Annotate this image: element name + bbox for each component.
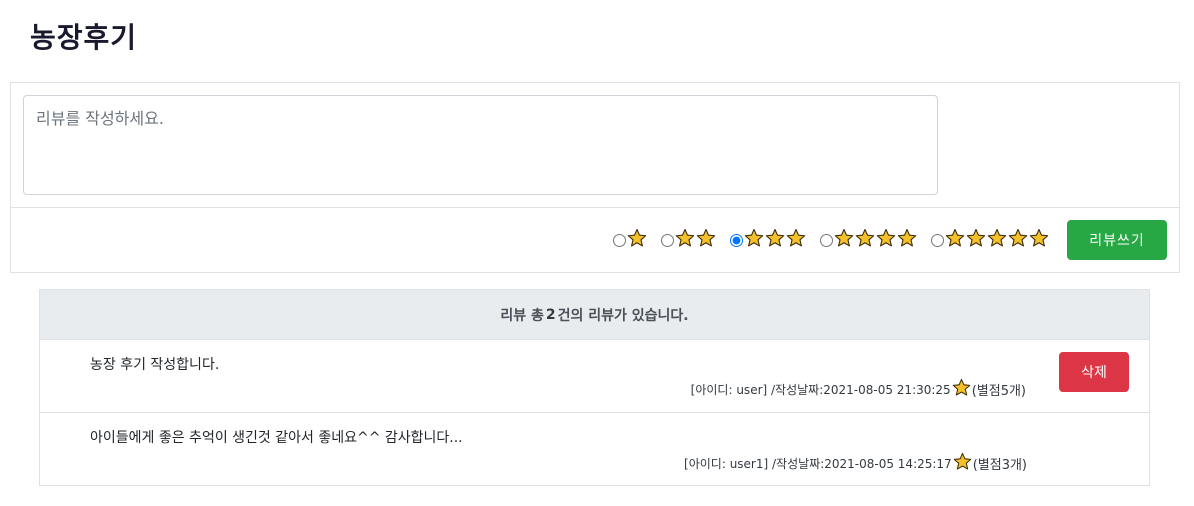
rating-radio-3[interactable] xyxy=(730,233,743,247)
star-icon xyxy=(786,228,806,248)
review-list: 리뷰 총 2 건의 리뷰가 있습니다. 농장 후기 작성합니다. [아이디: u… xyxy=(39,289,1150,486)
review-item: 농장 후기 작성합니다. [아이디: user] /작성날짜:2021-08-0… xyxy=(40,340,1149,413)
rating-option-5[interactable] xyxy=(931,228,1050,252)
star-icon xyxy=(855,228,875,248)
review-content: 농장 후기 작성합니다. xyxy=(90,357,220,373)
rating-radio-4[interactable] xyxy=(820,233,833,247)
star-icon xyxy=(876,228,896,248)
star-icon xyxy=(696,228,716,248)
star-group xyxy=(744,228,807,252)
star-icon xyxy=(897,228,917,248)
review-rating-text: (별점5개) xyxy=(971,383,1026,399)
review-meta: [아이디: user] /작성날짜:2021-08-05 21:30:25 (별… xyxy=(691,378,1026,400)
review-content: 아이들에게 좋은 추억이 생긴것 같아서 좋네요^^ 감사합니다... xyxy=(90,430,463,446)
star-group xyxy=(834,228,918,252)
rating-option-1[interactable] xyxy=(613,228,648,252)
review-list-header: 리뷰 총 2 건의 리뷰가 있습니다. xyxy=(40,290,1149,340)
star-icon xyxy=(744,228,764,248)
star-icon xyxy=(966,228,986,248)
header-suffix: 건의 리뷰가 있습니다. xyxy=(557,307,689,324)
star-group xyxy=(627,228,648,252)
rating-radio-2[interactable] xyxy=(661,233,674,247)
star-icon xyxy=(987,228,1007,248)
header-prefix: 리뷰 총 xyxy=(500,307,544,324)
review-count: 2 xyxy=(545,306,556,323)
rating-option-2[interactable] xyxy=(661,228,717,252)
rating-selector: 리뷰쓰기 xyxy=(613,220,1167,260)
star-icon xyxy=(834,228,854,248)
review-author-date: [아이디: user] /작성날짜:2021-08-05 21:30:25 xyxy=(690,382,951,397)
review-item: 아이들에게 좋은 추억이 생긴것 같아서 좋네요^^ 감사합니다... [아이디… xyxy=(40,413,1149,486)
star-group xyxy=(945,228,1050,252)
star-icon xyxy=(953,452,972,471)
review-form: 리뷰쓰기 xyxy=(10,82,1180,273)
review-textarea[interactable] xyxy=(23,95,938,195)
divider xyxy=(11,207,1179,208)
review-author-date: [아이디: user1] /작성날짜:2021-08-05 14:25:17 xyxy=(684,456,952,471)
rating-radio-1[interactable] xyxy=(613,233,626,247)
review-meta: [아이디: user1] /작성날짜:2021-08-05 14:25:17 (… xyxy=(684,452,1027,474)
star-icon xyxy=(675,228,695,248)
star-icon xyxy=(1029,228,1049,248)
star-group xyxy=(952,452,973,474)
star-icon xyxy=(952,378,971,397)
star-icon xyxy=(627,228,647,248)
review-rating-text: (별점3개) xyxy=(972,457,1027,473)
page-title: 농장후기 xyxy=(30,21,138,54)
submit-review-button[interactable]: 리뷰쓰기 xyxy=(1067,220,1167,260)
delete-review-button[interactable]: 삭제 xyxy=(1059,352,1129,392)
star-icon xyxy=(765,228,785,248)
star-icon xyxy=(1008,228,1028,248)
rating-option-3[interactable] xyxy=(730,228,807,252)
star-group xyxy=(951,378,972,400)
rating-radio-5[interactable] xyxy=(931,233,944,247)
star-group xyxy=(675,228,717,252)
rating-option-4[interactable] xyxy=(820,228,918,252)
star-icon xyxy=(945,228,965,248)
